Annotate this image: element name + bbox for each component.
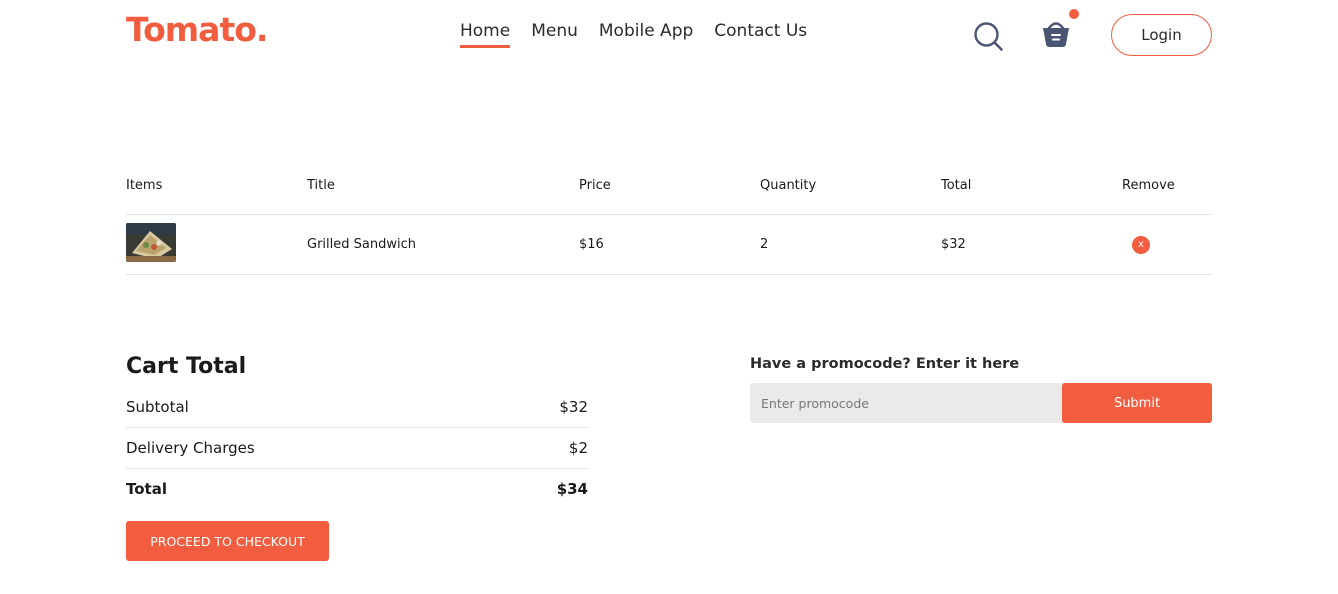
proceed-to-checkout-button[interactable]: PROCEED TO CHECKOUT [126,521,329,561]
total-row: Total $34 [126,469,588,509]
item-quantity: 2 [760,237,769,252]
item-title: Grilled Sandwich [307,237,416,252]
item-image-cell [126,223,307,266]
total-label: Total [126,480,167,498]
basket-icon [1043,22,1069,47]
header-total: Total [941,177,972,193]
cart-total-title: Cart Total [126,354,247,379]
logo[interactable]: Tomato. [126,10,268,49]
item-price: $16 [579,237,604,252]
promo-section: Have a promocode? Enter it here Submit [750,356,1212,423]
submit-button[interactable]: Submit [1062,383,1212,423]
cart-total-section: Cart Total Subtotal $32 Delivery Charges… [126,354,588,561]
table-divider [126,274,1212,275]
header-quantity: Quantity [760,177,817,193]
nav-item-contact-us[interactable]: Contact Us [714,21,807,48]
table-header: Items Title Price Quantity Total Remove [126,170,1212,200]
navbar: Tomato. Home Menu Mobile App Contact Us … [0,0,1338,70]
header-title: Title [307,177,335,193]
cart-notification-dot [1069,9,1079,19]
cart-table: Items Title Price Quantity Total Remove … [126,170,1212,275]
nav-item-home[interactable]: Home [460,21,511,48]
promo-box: Submit [750,383,1212,423]
promo-label: Have a promocode? Enter it here [750,356,1020,372]
basket-button[interactable] [1040,9,1079,50]
subtotal-label: Subtotal [126,398,189,416]
delivery-row: Delivery Charges $2 [126,428,588,468]
nav-item-menu[interactable]: Menu [531,21,578,48]
nav-menu: Home Menu Mobile App Contact Us [460,21,807,48]
promocode-input[interactable] [750,383,1062,423]
grilled-sandwich-thumbnail [126,223,176,262]
delivery-label: Delivery Charges [126,439,255,457]
table-row: Grilled Sandwich $16 2 $32 x [126,215,1212,274]
subtotal-value: $32 [559,398,588,416]
nav-item-mobile-app[interactable]: Mobile App [599,21,693,48]
header-remove: Remove [1122,177,1175,193]
remove-cell: x [1122,235,1212,254]
item-total: $32 [941,237,966,252]
remove-item-button[interactable]: x [1132,235,1150,254]
delivery-value: $2 [568,439,588,457]
search-icon[interactable] [972,20,1004,52]
total-value: $34 [556,480,588,498]
header-items: Items [126,177,163,193]
subtotal-row: Subtotal $32 [126,387,588,427]
login-button[interactable]: Login [1111,14,1212,56]
header-price: Price [579,177,611,193]
